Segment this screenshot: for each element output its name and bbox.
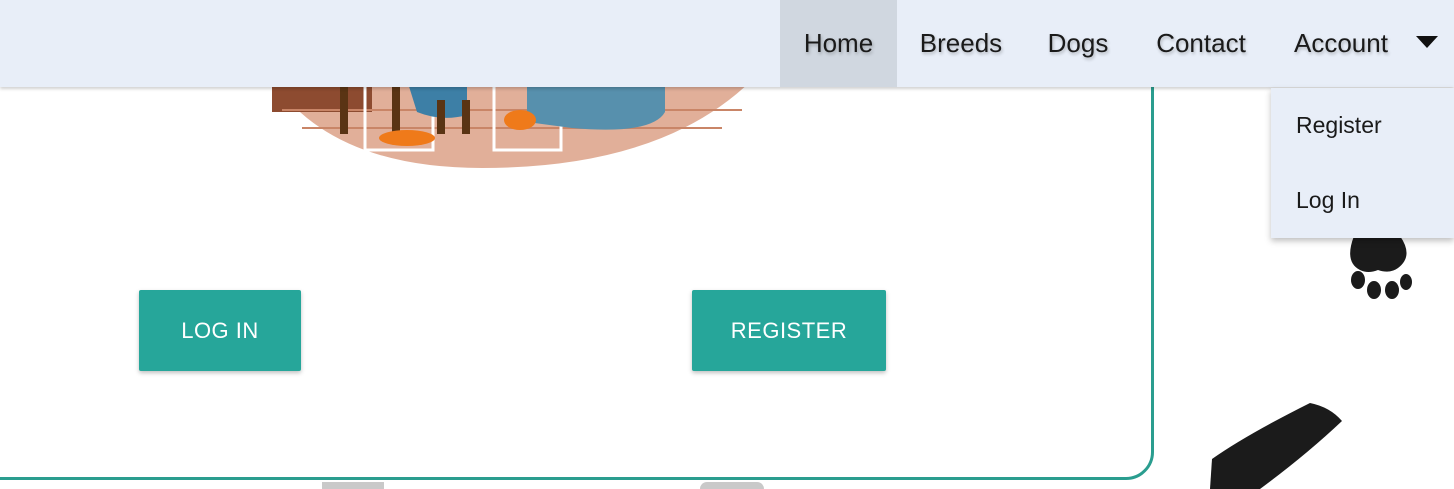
top-navbar: Home Breeds Dogs Contact Account — [0, 0, 1454, 87]
dropdown-item-login[interactable]: Log In — [1271, 163, 1454, 238]
nav-contact-label: Contact — [1156, 28, 1246, 58]
caret-down-icon[interactable] — [1416, 36, 1438, 48]
nav-home[interactable]: Home — [780, 0, 897, 87]
login-button[interactable]: LOG IN — [139, 290, 301, 371]
account-dropdown: Register Log In — [1271, 88, 1454, 238]
nav-dogs-label: Dogs — [1047, 28, 1109, 58]
nav-breeds[interactable]: Breeds — [897, 0, 1025, 87]
dog-leash-icon — [1210, 403, 1342, 489]
register-button[interactable]: REGISTER — [692, 290, 886, 371]
nav-account[interactable]: Account — [1271, 0, 1454, 87]
nav-home-label: Home — [803, 28, 874, 58]
nav-dogs[interactable]: Dogs — [1025, 0, 1131, 87]
dropdown-item-register[interactable]: Register — [1271, 88, 1454, 163]
background-decoration — [700, 482, 764, 489]
background-decoration — [322, 482, 384, 489]
nav-account-label: Account — [1294, 28, 1388, 58]
nav-breeds-label: Breeds — [919, 28, 1003, 58]
nav-contact[interactable]: Contact — [1131, 0, 1271, 87]
paw-print-icon — [1350, 236, 1412, 299]
